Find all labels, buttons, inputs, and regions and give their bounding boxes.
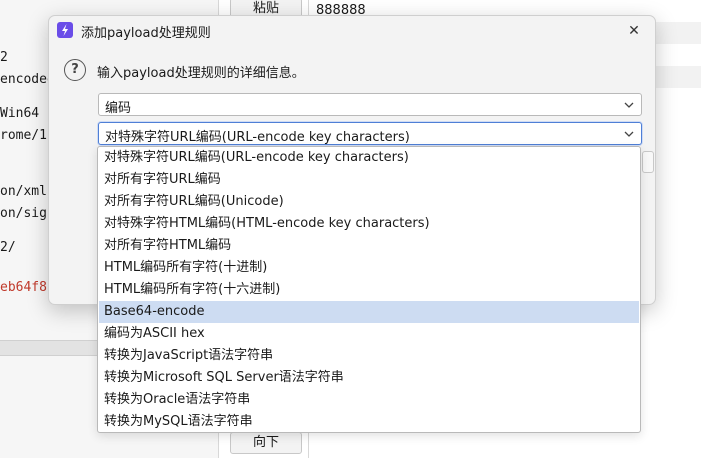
chevron-down-icon [624,102,634,108]
code-line: 2 [0,50,8,65]
close-button[interactable]: ✕ [621,19,647,43]
dialog-titlebar[interactable]: 添加payload处理规则 ✕ [49,16,655,46]
dropdown-option-highlighted[interactable]: Base64-encode [99,301,639,323]
rule-type-value: 编码 [105,101,132,116]
dialog-prompt: 输入payload处理规则的详细信息。 [97,66,305,81]
code-line: rome/1 [0,128,47,143]
dropdown-option[interactable]: 对所有字符URL编码 [99,169,639,191]
down-button[interactable]: 向下 [230,432,302,454]
dropdown-option[interactable]: 对所有字符URL编码(Unicode) [99,191,639,213]
dropdown-option[interactable]: 转换为MySQL语法字符串 [99,411,639,432]
dialog-edge [642,151,654,173]
chevron-down-icon [624,131,634,137]
dropdown-option[interactable]: 转换为Microsoft SQL Server语法字符串 [99,367,639,389]
encoding-option-value: 对特殊字符URL编码(URL-encode key characters) [105,130,410,145]
code-line: eb64f8c [0,280,55,295]
code-line: on/xml [0,184,47,199]
dropdown-option[interactable]: HTML编码所有字符(十六进制) [99,279,639,301]
dropdown-option[interactable]: 对所有字符HTML编码 [99,235,639,257]
rule-type-select[interactable]: 编码 [98,93,642,116]
burp-lightning-icon [57,22,73,38]
code-line: Win64 [0,106,40,121]
dialog-title: 添加payload处理规则 [81,26,211,41]
dropdown-option[interactable]: 对特殊字符URL编码(URL-encode key characters) [99,147,639,169]
encoding-option-dropdown[interactable]: 对特殊字符URL编码(URL-encode key characters) 对所… [97,146,641,433]
dropdown-option[interactable]: 转换为Oracle语法字符串 [99,389,639,411]
encoding-option-select[interactable]: 对特殊字符URL编码(URL-encode key characters) [98,122,642,145]
code-line: on/sign [0,206,55,221]
dropdown-option[interactable]: 转换为JavaScript语法字符串 [99,345,639,367]
code-line: 2/ [0,240,16,255]
dropdown-option[interactable]: 编码为ASCII hex [99,323,639,345]
dropdown-option[interactable]: HTML编码所有字符(十进制) [99,257,639,279]
close-icon: ✕ [628,23,640,39]
code-line: encoded [0,72,55,87]
question-circle-icon: ? [64,59,86,81]
dropdown-option[interactable]: 对特殊字符HTML编码(HTML-encode key characters) [99,213,639,235]
